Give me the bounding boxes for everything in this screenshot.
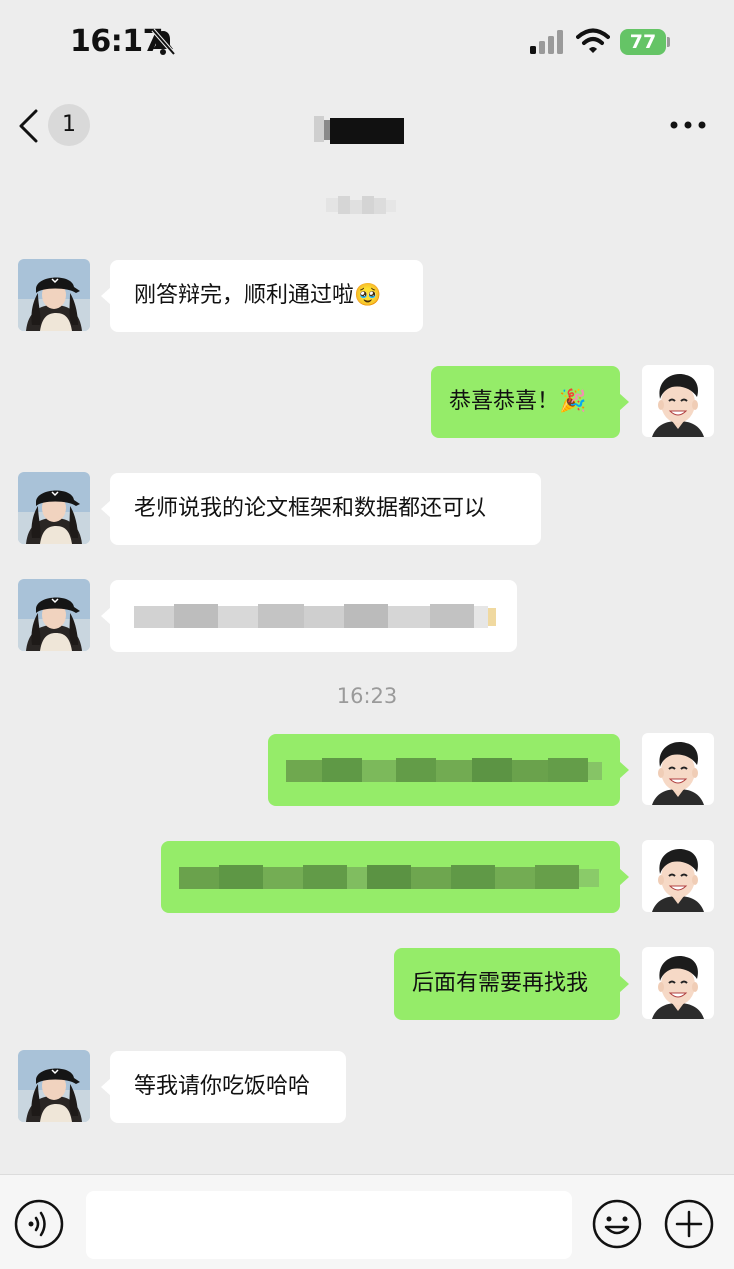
message-bubble-received-redacted[interactable] (101, 580, 517, 652)
my-avatar[interactable] (642, 733, 714, 805)
contact-avatar[interactable] (18, 259, 90, 331)
wifi-icon (576, 28, 610, 53)
message-bubble-sent-redacted[interactable] (268, 734, 629, 806)
message-bubble-sent-redacted[interactable] (161, 841, 629, 913)
redacted-text-blur (179, 865, 599, 889)
message-text: 等我请你吃饭哈哈 (134, 1074, 311, 1099)
message-input[interactable] (86, 1191, 572, 1259)
chat-input-bar (0, 1174, 734, 1269)
cellular-signal-icon (530, 30, 563, 54)
message-bubble-sent[interactable]: 恭喜恭喜！🎉 (431, 366, 629, 438)
message-text: 后面有需要再找我 (412, 971, 589, 996)
plus-icon[interactable] (664, 1199, 714, 1249)
chat-header: 1 (0, 86, 734, 166)
battery-level: 77 (629, 31, 657, 53)
my-avatar[interactable] (642, 840, 714, 912)
contact-name-redacted[interactable] (314, 112, 404, 148)
redacted-text-blur (286, 758, 602, 782)
more-dots-icon[interactable] (668, 114, 708, 136)
message-bubble-sent[interactable]: 后面有需要再找我 (394, 948, 629, 1020)
voice-input-icon[interactable] (14, 1199, 64, 1249)
my-avatar[interactable] (642, 947, 714, 1019)
my-avatar[interactable] (642, 365, 714, 437)
emoji-icon[interactable] (592, 1199, 642, 1249)
timestamp-redacted (326, 196, 396, 214)
status-bar: 16:17 77 (0, 0, 734, 86)
contact-avatar[interactable] (18, 472, 90, 544)
message-bubble-received[interactable]: 老师说我的论文框架和数据都还可以 (101, 473, 541, 545)
muted-bell-icon (151, 28, 176, 56)
contact-avatar[interactable] (18, 1050, 90, 1122)
unread-count-badge[interactable]: 1 (48, 104, 90, 146)
message-text: 恭喜恭喜！🎉 (449, 389, 587, 414)
message-bubble-received[interactable]: 等我请你吃饭哈哈 (101, 1051, 346, 1123)
message-text: 刚答辩完，顺利通过啦🥹 (134, 283, 382, 308)
battery-indicator: 77 (620, 29, 670, 55)
redacted-text-blur (134, 604, 496, 628)
message-bubble-received[interactable]: 刚答辩完，顺利通过啦🥹 (101, 260, 423, 332)
back-chevron-icon[interactable] (16, 108, 40, 144)
contact-avatar[interactable] (18, 579, 90, 651)
timestamp: 16:23 (336, 684, 398, 708)
message-text: 老师说我的论文框架和数据都还可以 (134, 496, 487, 521)
